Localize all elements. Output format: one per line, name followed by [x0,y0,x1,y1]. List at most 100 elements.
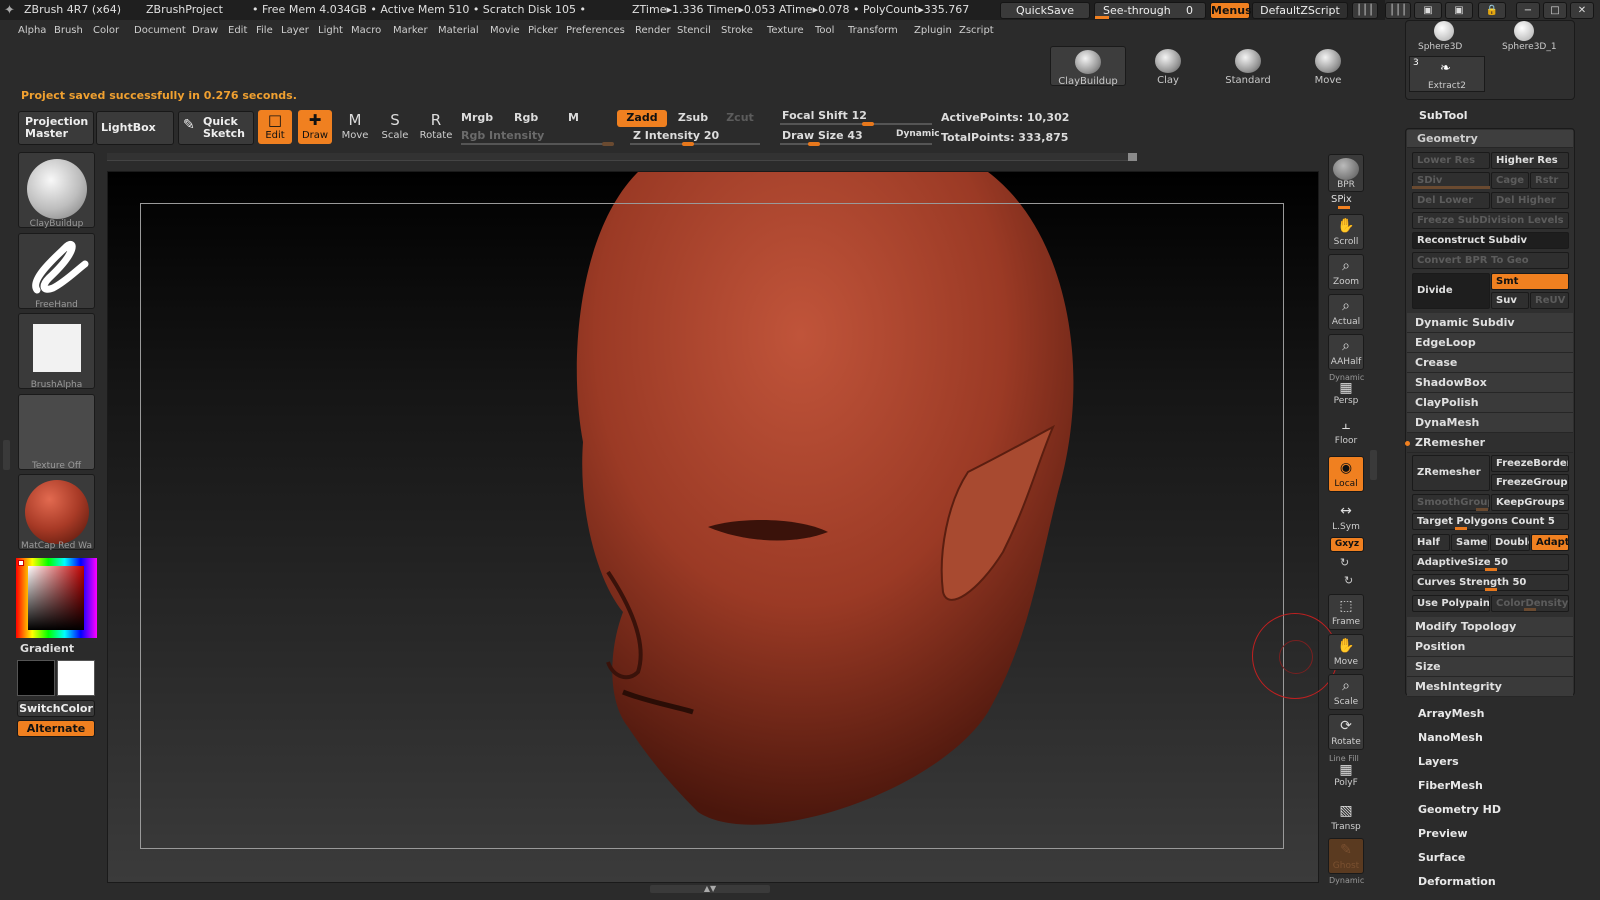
del-lower-button[interactable]: Del Lower [1412,192,1490,209]
preview-section[interactable]: Preview [1418,827,1468,840]
material-thumbnail[interactable] [18,474,95,550]
quick-sketch-button[interactable]: ✎ Quick Sketch [178,111,254,145]
reuv-toggle[interactable]: ReUV [1530,292,1569,309]
sphere3d-1-thumbnail-icon[interactable] [1514,21,1534,41]
persp-button[interactable]: ▦ Persp [1328,380,1364,410]
spix-slider[interactable]: SPix [1331,194,1352,205]
drag-handle-icon[interactable]: │││ [1352,2,1378,19]
menu-render[interactable]: Render [635,25,671,36]
zoom-button[interactable]: ⌕ Zoom [1328,254,1364,290]
menu-document[interactable]: Document [134,25,186,36]
del-higher-button[interactable]: Del Higher [1491,192,1569,209]
zcut-button[interactable]: Zcut [720,110,760,127]
alpha-thumbnail[interactable] [18,313,95,389]
layers-section[interactable]: Layers [1418,755,1459,768]
rstr-button[interactable]: Rstr [1530,172,1569,189]
texture-thumbnail[interactable] [18,394,95,470]
tray-left-icon[interactable]: ▣ [1414,2,1442,19]
focal-shift-slider[interactable]: Focal Shift 12 [782,109,867,122]
move-mode-button[interactable]: M Move [338,110,372,144]
rotate-mode-button[interactable]: R Rotate [419,110,453,144]
drag-handle-icon-2[interactable]: │││ [1385,2,1411,19]
maximize-icon[interactable]: □ [1543,2,1567,19]
arraymesh-section[interactable]: ArrayMesh [1418,707,1484,720]
transp-button[interactable]: ▧ Transp [1328,800,1364,836]
lock-icon[interactable]: 🔒 [1478,2,1506,19]
freeze-border-toggle[interactable]: FreezeBorder [1491,455,1569,472]
geometry-header[interactable]: Geometry [1407,130,1573,148]
zremesher-section[interactable]: ZRemesher [1405,433,1573,453]
smt-toggle[interactable]: Smt [1491,273,1569,290]
double-button[interactable]: Double [1490,534,1530,551]
z-intensity-slider[interactable]: Z Intensity 20 [633,129,719,142]
menu-tool[interactable]: Tool [815,25,834,36]
minimize-icon[interactable]: − [1516,2,1540,19]
brush-thumbnail[interactable] [18,152,95,228]
menu-layer[interactable]: Layer [281,25,309,36]
sphere3d-thumbnail-icon[interactable] [1434,21,1454,41]
menu-stencil[interactable]: Stencil [677,25,711,36]
draw-size-slider[interactable]: Draw Size 43 [782,129,863,142]
keep-groups-toggle[interactable]: KeepGroups [1491,494,1569,511]
scale-mode-button[interactable]: S Scale [378,110,412,144]
menu-movie[interactable]: Movie [490,25,520,36]
menu-material[interactable]: Material [438,25,479,36]
claypolish-section[interactable]: ClayPolish [1407,393,1573,413]
see-through-slider[interactable]: See-through 0 [1094,2,1206,19]
tray-right-icon[interactable]: ▣ [1445,2,1473,19]
ghost-button[interactable]: ✎ Ghost [1328,838,1364,874]
use-polypaint-toggle[interactable]: Use Polypaint [1412,595,1490,612]
menu-brush[interactable]: Brush [54,25,83,36]
actual-button[interactable]: ⌕ Actual [1328,294,1364,330]
menu-preferences[interactable]: Preferences [566,25,625,36]
secondary-color-swatch[interactable] [57,660,95,696]
freeze-groups-toggle[interactable]: FreezeGroups [1491,474,1569,491]
rotate-z-icon[interactable]: ↻ [1344,574,1353,587]
rgb-intensity-slider[interactable]: Rgb Intensity [461,129,544,142]
half-button[interactable]: Half [1412,534,1450,551]
zsub-button[interactable]: Zsub [671,110,715,127]
m-button[interactable]: M [568,111,579,124]
floor-button[interactable]: ⫠ Floor [1328,414,1364,450]
shadowbox-section[interactable]: ShadowBox [1407,373,1573,393]
menus-button[interactable]: Menus [1210,2,1252,19]
scroll-button[interactable]: ✋ Scroll [1328,214,1364,250]
subtool-header[interactable]: SubTool [1419,109,1468,122]
rotate-y-icon[interactable]: ↻ [1340,556,1349,569]
geometry-hd-section[interactable]: Geometry HD [1418,803,1501,816]
surface-section[interactable]: Surface [1418,851,1465,864]
menu-transform[interactable]: Transform [848,25,898,36]
same-button[interactable]: Same [1451,534,1489,551]
dynamesh-section[interactable]: DynaMesh [1407,413,1573,433]
preset-standard[interactable]: Standard [1210,46,1286,86]
fibermesh-section[interactable]: FiberMesh [1418,779,1483,792]
reconstruct-subdiv-button[interactable]: Reconstruct Subdiv [1412,232,1569,249]
edit-mode-button[interactable]: □ Edit [258,110,292,144]
nanomesh-section[interactable]: NanoMesh [1418,731,1483,744]
suv-toggle[interactable]: Suv [1491,292,1529,309]
dynamic-toggle[interactable]: Dynamic [896,129,940,139]
menu-color[interactable]: Color [93,25,119,36]
bottom-tray-handle[interactable]: ▲▼ [650,885,770,893]
crease-section[interactable]: Crease [1407,353,1573,373]
lsym-button[interactable]: ↔ L.Sym [1328,500,1364,536]
projection-master-button[interactable]: Projection Master [18,111,94,145]
menu-edit[interactable]: Edit [228,25,247,36]
aahalf-button[interactable]: ⌕ AAHalf [1328,334,1364,370]
alternate-button[interactable]: Alternate [17,720,95,737]
draw-mode-button[interactable]: ✚ Draw [298,110,332,144]
quicksave-button[interactable]: QuickSave [1000,2,1090,19]
close-icon[interactable]: ✕ [1570,2,1594,19]
right-tray-handle[interactable] [1370,450,1377,480]
xyz-button[interactable]: Gxyz [1330,537,1364,552]
color-picker[interactable] [16,558,97,638]
bpr-button[interactable]: BPR [1328,154,1364,192]
extract2-thumbnail[interactable]: 3 ❧ Extract2 [1409,56,1485,92]
menu-file[interactable]: File [256,25,273,36]
meshintegrity-section[interactable]: MeshIntegrity [1407,677,1573,697]
position-section[interactable]: Position [1407,637,1573,657]
zremesher-button[interactable]: ZRemesher [1412,455,1490,491]
cage-button[interactable]: Cage [1491,172,1529,189]
menu-texture[interactable]: Texture [767,25,804,36]
primary-color-swatch[interactable] [17,660,55,696]
